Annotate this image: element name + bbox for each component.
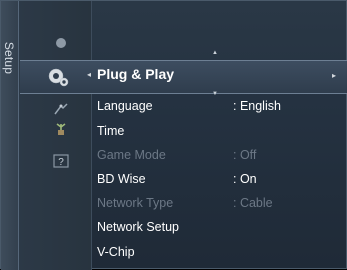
antenna-icon[interactable] xyxy=(53,102,69,116)
menu-item-network-type: Network Type : Cable xyxy=(97,196,273,210)
setup-side-tab[interactable]: Setup xyxy=(1,1,19,270)
plant-icon[interactable] xyxy=(53,122,69,136)
menu-item-label: Network Setup xyxy=(97,220,179,234)
menu-item-language[interactable]: Language : English xyxy=(97,99,281,113)
arrow-left-icon[interactable]: ◂ xyxy=(87,70,91,79)
menu-item-value: : English xyxy=(233,99,281,113)
arrow-down-icon[interactable]: ▼ xyxy=(212,91,218,97)
menu-item-bd-wise[interactable]: BD Wise : On xyxy=(97,172,257,186)
setup-gear-icon[interactable] xyxy=(45,64,71,90)
menu-item-label: V-Chip xyxy=(97,245,135,259)
menu-item-label: Time xyxy=(97,124,125,138)
menu-item-v-chip[interactable]: V-Chip xyxy=(97,245,135,259)
menu-item-network-setup[interactable]: Network Setup xyxy=(97,220,179,234)
menu-item-game-mode: Game Mode : Off xyxy=(97,148,256,162)
menu-item-value: : On xyxy=(233,172,257,186)
svg-text:?: ? xyxy=(58,157,64,168)
arrow-up-icon[interactable]: ▲ xyxy=(212,50,218,56)
menu-item-label: BD Wise xyxy=(97,172,146,186)
help-icon[interactable]: ? xyxy=(53,154,69,168)
menu-item-label: Network Type xyxy=(97,196,174,210)
setup-menu-screen: Setup ? ◂ Plug & Play ▸ ▲ ▼ Language: E… xyxy=(0,0,347,270)
menu-item-time[interactable]: Time xyxy=(97,124,124,138)
picture-menu-icon[interactable] xyxy=(53,36,69,50)
plug-and-play-item[interactable]: Plug & Play xyxy=(97,66,174,82)
menu-item-value: : Cable xyxy=(233,196,273,210)
menu-icon-column: ? xyxy=(19,1,92,270)
menu-item-label: Language xyxy=(97,99,153,113)
setup-tab-label: Setup xyxy=(2,41,17,75)
arrow-right-icon[interactable]: ▸ xyxy=(332,71,336,80)
menu-item-label: Game Mode xyxy=(97,148,166,162)
menu-item-value: : Off xyxy=(233,148,257,162)
